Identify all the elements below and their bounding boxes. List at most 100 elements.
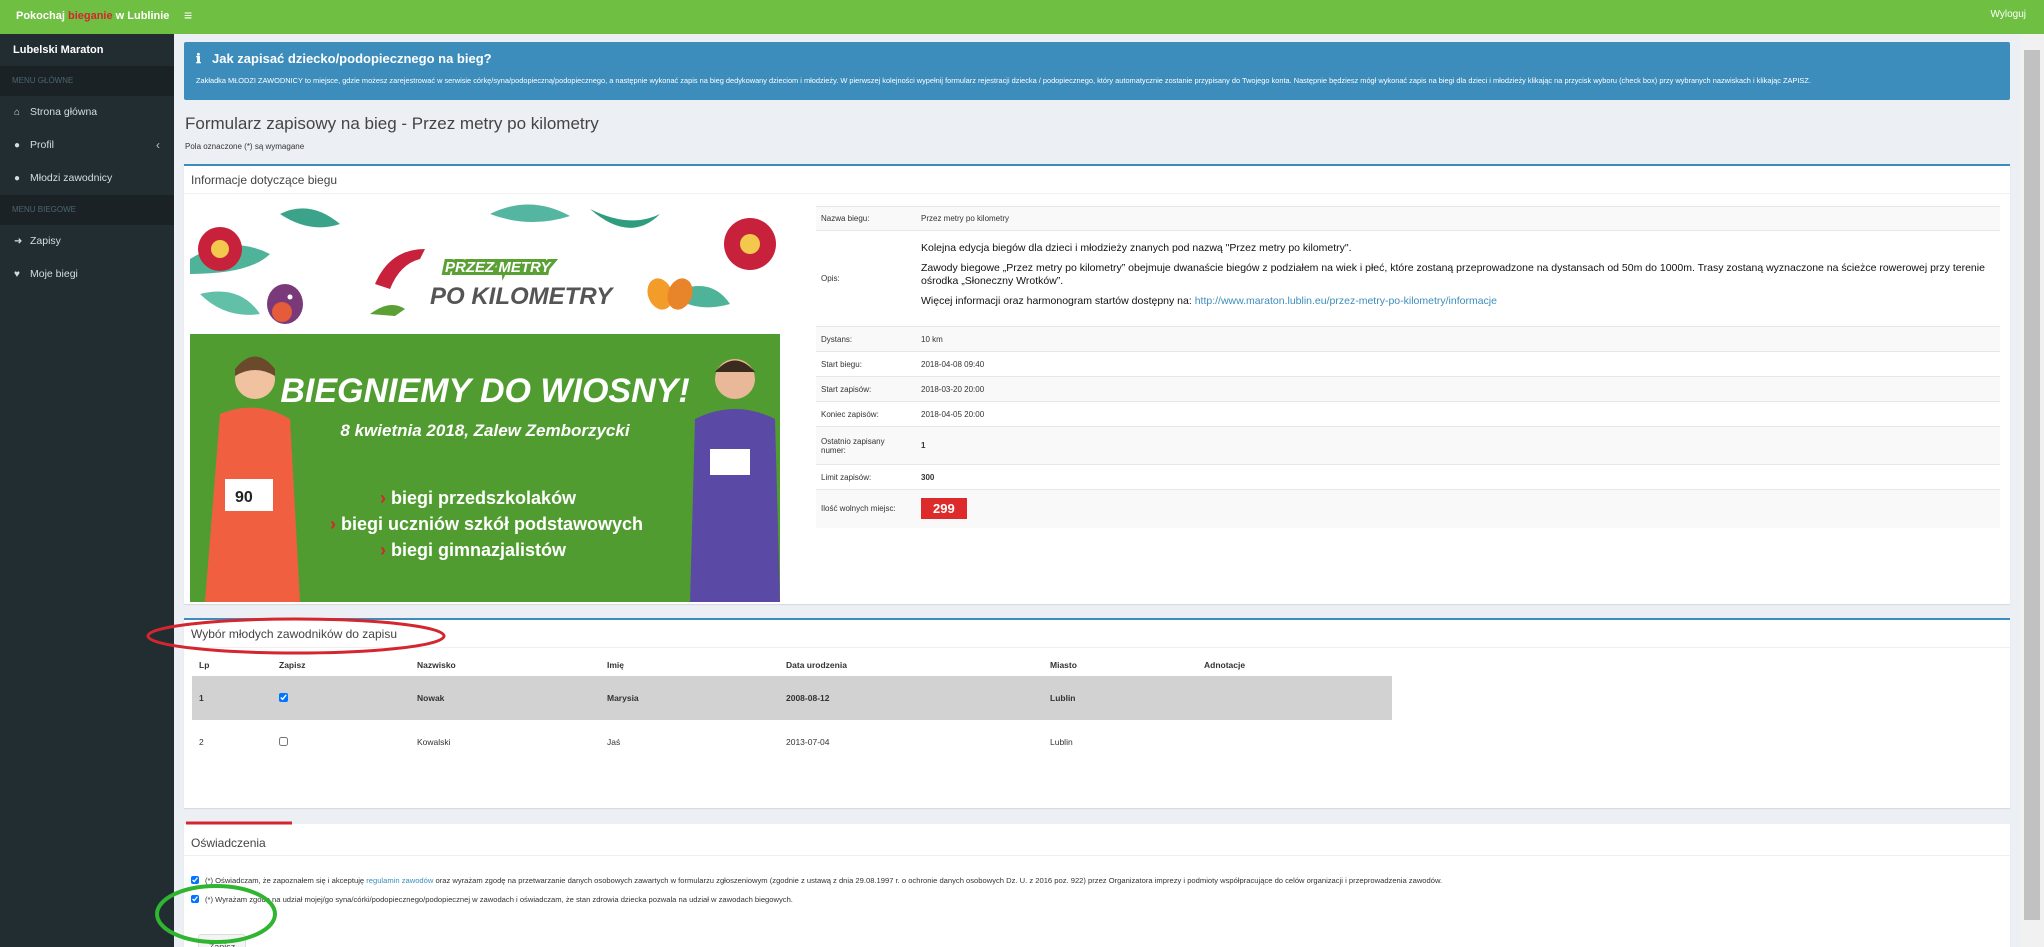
label: Ostatnio zapisany numer: <box>816 426 916 465</box>
sidebar-user-name: Lubelski Maraton <box>13 44 104 56</box>
top-navbar: Pokochaj bieganie w Lublinie ≡ Wyloguj <box>0 0 2044 34</box>
value-race-name: Przez metry po kilometry <box>916 206 2000 231</box>
cell-data: 2013-07-04 <box>786 737 830 747</box>
runner-checkbox-2[interactable] <box>279 736 288 746</box>
table-header-row: Lp Zapisz Nazwisko Imię Data urodzenia M… <box>192 654 1392 676</box>
label: Opis: <box>816 230 916 327</box>
menu-toggle-icon[interactable]: ≡ <box>184 7 192 23</box>
value-description: Kolejna edycja biegów dla dzieci i młodz… <box>916 230 2000 327</box>
logo-text-top: PRZEZ METRY <box>445 259 553 276</box>
sidebar-item-label: Młodzi zawodnicy <box>30 172 113 184</box>
declarations-box: Oświadczenia (*) Oświadczam, że zapoznał… <box>184 824 2010 947</box>
sidebar-item-label: Profil <box>30 139 54 151</box>
regulations-link[interactable]: regulamin zawodów <box>366 876 433 885</box>
row-reg-end: Koniec zapisów: 2018-04-05 20:00 <box>816 401 2000 427</box>
cell-imie: Marysia <box>600 676 779 720</box>
declaration-1-checkbox[interactable] <box>191 876 199 884</box>
users-icon: ● <box>14 173 21 184</box>
label: Koniec zapisów: <box>816 401 916 427</box>
cell-imie: Jaś <box>607 737 621 747</box>
declaration-2: (*) Wyrażam zgodę na udział mojej/go syn… <box>191 895 793 904</box>
brand-text-pre: Pokochaj <box>16 10 68 22</box>
callout-title-text: Jak zapisać dziecko/podopiecznego na bie… <box>212 51 492 66</box>
race-banner-image: PRZEZ METRY PO KILOMETRY 90 BIEGNIEMY DO… <box>190 204 780 602</box>
row-last-number: Ostatnio zapisany numer: 1 <box>816 426 2000 465</box>
sidebar-item-profile[interactable]: ● Profil ‹ <box>0 129 174 162</box>
declaration-2-checkbox[interactable] <box>191 895 199 903</box>
label: Ilość wolnych miejsc: <box>816 489 916 528</box>
sidebar-item-label: Moje biegi <box>30 268 78 280</box>
info-link[interactable]: http://www.maraton.lublin.eu/przez-metry… <box>1195 295 1497 307</box>
description-p1: Kolejna edycja biegów dla dzieci i młodz… <box>921 242 1352 254</box>
butterfly-illustration <box>647 278 693 310</box>
bib-number: 90 <box>235 489 253 506</box>
runners-selection-title: Wybór młodych zawodników do zapisu <box>184 620 2010 648</box>
value-last-number: 1 <box>916 426 2000 465</box>
col-miasto: Miasto <box>1050 660 1077 670</box>
runners-selection-box: Wybór młodych zawodników do zapisu Lp Za… <box>184 618 2010 808</box>
sidebar: Lubelski Maraton MENU GŁÓWNE ⌂ Strona głó… <box>0 34 174 947</box>
runner-checkbox-1[interactable] <box>279 692 288 702</box>
menu-header-runs: MENU BIEGOWE <box>0 195 174 225</box>
label: Limit zapisów: <box>816 464 916 490</box>
brand-logo[interactable]: Pokochaj bieganie w Lublinie <box>0 0 174 34</box>
callout-text: Zakładka MŁODZI ZAWODNICY to miejsce, gd… <box>196 76 1811 85</box>
bird-illustration <box>267 284 303 324</box>
declarations-title: Oświadczenia <box>191 836 266 850</box>
logout-link[interactable]: Wyloguj <box>1991 9 2026 20</box>
row-limit: Limit zapisów: 300 <box>816 464 2000 490</box>
col-data-urodzenia: Data urodzenia <box>786 660 847 670</box>
row-distance: Dystans: 10 km <box>816 326 2000 352</box>
value-reg-start: 2018-03-20 20:00 <box>916 376 2000 402</box>
race-details-table: Nazwa biegu: Przez metry po kilometry Op… <box>816 206 2000 528</box>
home-icon: ⌂ <box>14 107 21 118</box>
brand-text-highlight: bieganie <box>67 10 113 22</box>
label: Dystans: <box>816 326 916 352</box>
sidebar-item-home[interactable]: ⌂ Strona główna <box>0 96 174 129</box>
row-opis: Opis: Kolejna edycja biegów dla dzieci i… <box>816 230 2000 327</box>
label: Nazwa biegu: <box>816 206 916 231</box>
chevron-left-icon: ‹ <box>156 138 160 152</box>
description-p2: Zawody biegowe „Przez metry po kilometry… <box>921 262 1985 287</box>
col-zapisz: Zapisz <box>279 660 306 670</box>
scrollbar-thumb[interactable] <box>2024 50 2040 920</box>
cell-zapisz <box>272 720 410 764</box>
col-nazwisko: Nazwisko <box>417 660 456 670</box>
value-distance: 10 km <box>916 326 2000 352</box>
page-scrollbar[interactable] <box>2020 34 2044 947</box>
value-reg-end: 2018-04-05 20:00 <box>916 401 2000 427</box>
info-callout: ℹ Jak zapisać dziecko/podopiecznego na bi… <box>184 42 2010 100</box>
race-info-box: Informacje dotyczące biegu PRZEZ METRY P… <box>184 164 2010 604</box>
cell-miasto: Lublin <box>1050 737 1073 747</box>
divider <box>184 855 2010 856</box>
cell-lp: 1 <box>192 676 272 720</box>
user-icon: ● <box>14 140 21 151</box>
label: Start zapisów: <box>816 376 916 402</box>
col-lp: Lp <box>199 660 210 670</box>
logo-text-bottom: PO KILOMETRY <box>430 283 614 310</box>
race-banner-svg: PRZEZ METRY PO KILOMETRY 90 BIEGNIEMY DO… <box>190 204 780 602</box>
heart-icon: ♥ <box>14 269 20 280</box>
row-free-places: Ilość wolnych miejsc: 299 <box>816 489 2000 528</box>
table-row: 2 Kowalski Jaś 2013-07-04 Lublin <box>192 720 1392 764</box>
banner-date: 8 kwietnia 2018, Zalew Zemborzycki <box>340 421 630 440</box>
race-info-title: Informacje dotyczące biegu <box>184 166 2010 194</box>
sidebar-item-label: Zapisy <box>30 235 61 247</box>
page-title: Formularz zapisowy na bieg - Przez metry… <box>185 114 599 133</box>
banner-bullet-2: › biegi uczniów szkół podstawowych <box>330 514 643 534</box>
cell-lp: 2 <box>199 737 204 747</box>
callout-title: ℹ Jak zapisać dziecko/podopiecznego na bi… <box>196 51 1998 67</box>
sidebar-item-young-runners[interactable]: ● Młodzi zawodnicy <box>0 162 174 195</box>
cell-zapisz <box>272 676 410 720</box>
cell-adnotacje <box>1197 720 1392 764</box>
sidebar-item-registrations[interactable]: ➜ Zapisy <box>0 225 174 258</box>
submit-button[interactable]: Zapisz <box>198 934 246 947</box>
sign-in-icon: ➜ <box>14 236 23 247</box>
value-limit: 300 <box>916 464 2000 490</box>
table-row: 1 Nowak Marysia 2008-08-12 Lublin <box>192 676 1392 720</box>
required-fields-note: Pola oznaczone (*) są wymagane <box>185 142 305 151</box>
sidebar-item-my-runs[interactable]: ♥ Moje biegi <box>0 258 174 291</box>
main-content: ℹ Jak zapisać dziecko/podopiecznego na bi… <box>174 34 2020 947</box>
col-imie: Imię <box>607 660 625 670</box>
declaration-1: (*) Oświadczam, że zapoznałem się i akce… <box>191 876 1442 885</box>
